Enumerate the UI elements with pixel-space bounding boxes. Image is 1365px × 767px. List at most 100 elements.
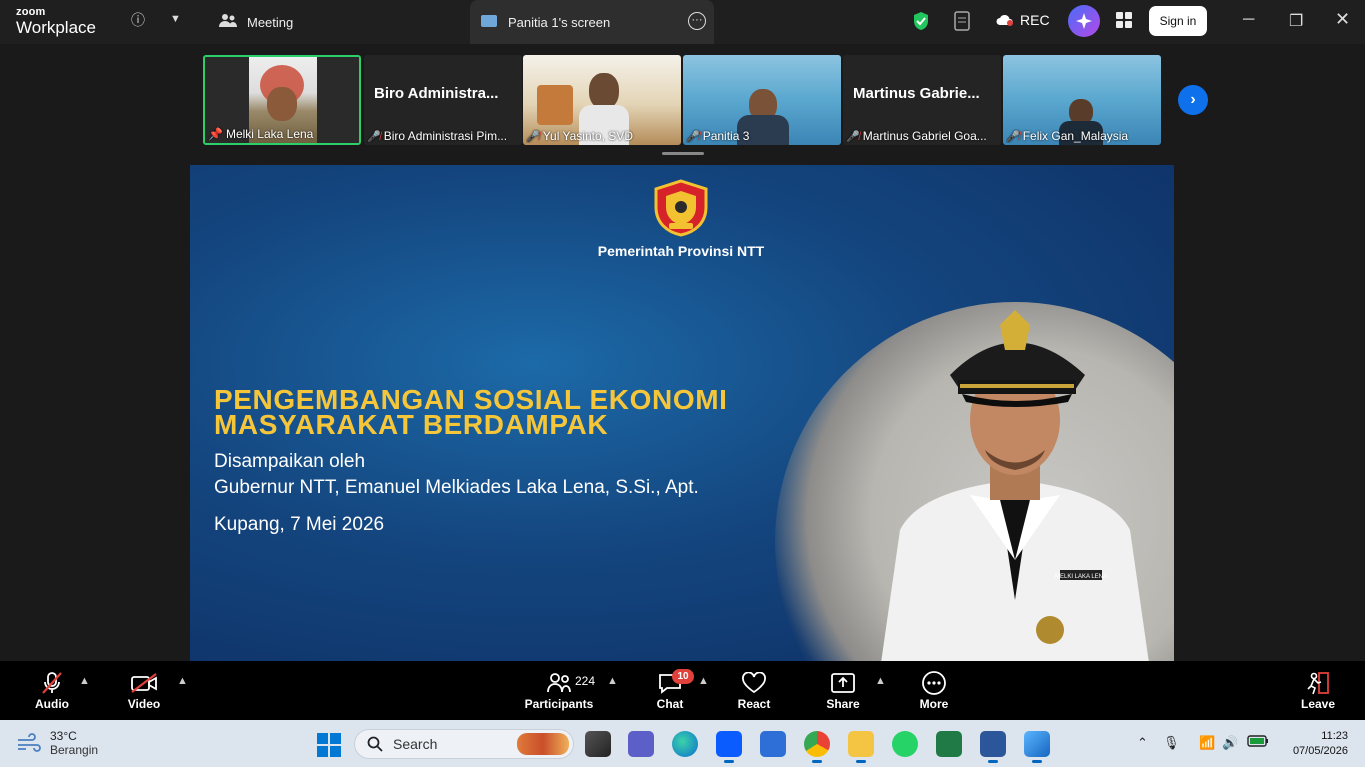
participant-name: 🎤̸ Panitia 3 — [686, 129, 750, 143]
search-placeholder: Search — [393, 736, 438, 752]
search-highlight-image — [517, 733, 569, 755]
temperature: 33°C — [50, 729, 77, 743]
participant-tile[interactable]: 🎤̸ Yul Yasinto, SVD — [523, 55, 681, 145]
file-explorer-icon[interactable] — [848, 731, 874, 763]
taskbar-search[interactable]: Search — [354, 729, 574, 759]
share-options-caret[interactable]: ▲ — [875, 675, 886, 687]
participants-icon — [219, 13, 237, 32]
clock-date: 07/05/2026 — [1292, 745, 1348, 757]
notepad-icon[interactable] — [760, 731, 786, 757]
clock-time: 11:23 — [1321, 730, 1348, 742]
more-icon — [913, 669, 955, 697]
audio-label: Audio — [35, 697, 69, 711]
participants-label: Participants — [524, 697, 594, 711]
participant-name: 🎤̸ Felix Gan_Malaysia — [1006, 129, 1129, 143]
ai-companion-icon[interactable] — [1068, 5, 1100, 37]
tab-shared-screen-label: Panitia 1's screen — [508, 14, 611, 30]
tab-shared-screen[interactable]: Panitia 1's screen ··· — [470, 0, 714, 44]
react-button[interactable]: React — [733, 669, 775, 711]
whatsapp-icon[interactable] — [892, 731, 918, 757]
participants-count: 224 — [575, 674, 596, 688]
mic-tray-icon[interactable]: 🎙 — [1163, 735, 1180, 751]
more-button[interactable]: More — [913, 669, 955, 711]
mic-muted-icon: 🎤̸ — [686, 130, 700, 143]
word-icon[interactable] — [980, 731, 1006, 763]
organization-name: Pemerintah Provinsi NTT — [597, 243, 765, 259]
system-clock[interactable]: 11:23 07/05/2026 — [1280, 729, 1348, 759]
wind-icon — [18, 733, 41, 752]
zoom-icon[interactable] — [716, 731, 742, 763]
participant-name: 🎤̸ Yul Yasinto, SVD — [526, 129, 633, 143]
chat-label: Chat — [656, 697, 684, 711]
cloud-record-icon — [996, 14, 1013, 26]
security-shield-icon[interactable] — [912, 11, 930, 36]
notes-icon[interactable] — [953, 11, 971, 36]
wifi-icon[interactable]: 📶 — [1199, 735, 1215, 751]
presented-by-label: Disampaikan oleh — [214, 451, 366, 472]
leave-button[interactable]: Leave — [1298, 669, 1338, 711]
apps-grid-icon[interactable] — [1116, 12, 1132, 33]
video-options-caret[interactable]: ▲ — [177, 675, 188, 687]
participant-tile[interactable]: 🎤̸ Panitia 3 — [683, 55, 841, 145]
participant-name: 🎤̸ Biro Administrasi Pim... — [367, 129, 508, 143]
mic-muted-icon: 🎤̸ — [367, 130, 381, 143]
participant-tile[interactable]: 🎤̸ Felix Gan_Malaysia — [1003, 55, 1161, 145]
restore-icon[interactable]: ❐ — [1289, 11, 1303, 31]
windows-start-icon[interactable] — [317, 733, 341, 762]
participant-tile[interactable]: Martinus Gabrie... 🎤̸ Martinus Gabriel G… — [843, 55, 1001, 145]
weather-widget[interactable]: 33°C Berangin — [16, 729, 98, 757]
excel-icon[interactable] — [936, 731, 962, 757]
more-options-icon[interactable]: ··· — [688, 12, 706, 30]
logo-line2: Workplace — [16, 18, 96, 37]
mic-muted-icon: 🎤̸ — [1006, 130, 1020, 143]
place-date: Kupang, 7 Mei 2026 — [214, 514, 385, 535]
chat-options-caret[interactable]: ▲ — [698, 675, 709, 687]
participant-tile[interactable]: 📌 Melki Laka Lena — [203, 55, 361, 145]
minimize-icon[interactable]: ─ — [1243, 11, 1254, 29]
photos-icon[interactable] — [1024, 731, 1050, 763]
audio-options-caret[interactable]: ▲ — [79, 675, 90, 687]
name-tag-text: MELKI LAKA LENA — [1055, 574, 1107, 580]
sign-in-button[interactable]: Sign in — [1149, 6, 1207, 36]
windows-taskbar: 33°C Berangin Search ⌃ 🎙 📶 🔊 11:23 07/05… — [0, 720, 1365, 767]
video-button[interactable]: Video — [122, 669, 166, 711]
presenter-name: Gubernur NTT, Emanuel Melkiades Laka Len… — [214, 477, 699, 498]
resize-grip[interactable] — [662, 152, 704, 155]
volume-icon[interactable]: 🔊 — [1222, 735, 1238, 751]
edge-icon[interactable] — [672, 731, 698, 757]
participant-tile[interactable]: Biro Administra... 🎤̸ Biro Administrasi … — [364, 55, 522, 145]
battery-icon[interactable] — [1247, 735, 1269, 750]
presentation-headline: PENGEMBANGAN SOSIAL EKONOMI MASYARAKAT B… — [214, 386, 728, 439]
participant-display-name: Biro Administra... — [374, 85, 499, 102]
chevron-down-icon[interactable]: ▼ — [170, 13, 181, 25]
tab-meeting[interactable]: Meeting — [205, 0, 465, 44]
weather-condition: Berangin — [50, 743, 99, 757]
chrome-icon[interactable] — [804, 731, 830, 763]
pin-icon: 📌 — [208, 127, 223, 141]
zoom-window: zoom Workplace ⓘ ▼ Meeting Panitia 1's s… — [0, 0, 1365, 767]
participant-name: 🎤̸ Martinus Gabriel Goa... — [846, 129, 987, 143]
ntt-crest-logo — [654, 179, 708, 237]
chevron-up-icon[interactable]: ⌃ — [1137, 735, 1148, 751]
logo-line1: zoom — [16, 6, 46, 18]
participant-display-name: Martinus Gabrie... — [853, 85, 980, 102]
screen-icon — [480, 14, 498, 31]
participants-options-caret[interactable]: ▲ — [607, 675, 618, 687]
mic-muted-icon — [30, 669, 74, 697]
share-button[interactable]: Share — [822, 669, 864, 711]
info-icon[interactable]: ⓘ — [131, 10, 145, 30]
video-label: Video — [127, 697, 161, 711]
participant-name: 📌 Melki Laka Lena — [208, 127, 314, 141]
record-status[interactable]: REC — [996, 12, 1050, 28]
governor-portrait: MELKI LAKA LENA — [881, 310, 1149, 661]
share-label: Share — [826, 697, 860, 711]
next-page-button[interactable]: › — [1178, 85, 1208, 115]
shared-screen: Pemerintah Provinsi NTT MELKI LAKA LENA … — [190, 165, 1174, 661]
share-screen-icon — [822, 669, 864, 697]
audio-button[interactable]: Audio — [30, 669, 74, 711]
close-icon[interactable]: ✕ — [1335, 9, 1350, 30]
teams-icon[interactable] — [628, 731, 654, 757]
task-view-icon[interactable] — [585, 731, 611, 757]
rec-label: REC — [1020, 12, 1050, 28]
search-icon — [367, 736, 383, 752]
